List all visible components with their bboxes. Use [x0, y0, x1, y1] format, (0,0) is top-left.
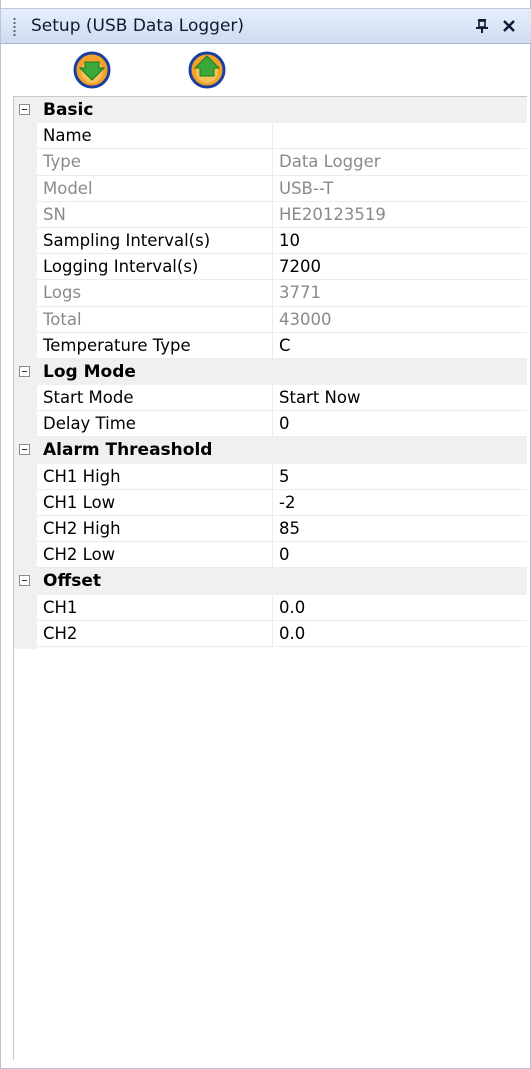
property-value[interactable]: -2 [273, 490, 527, 516]
property-grid: Basic Name Type Data Logger Model USB--T… [13, 96, 527, 1060]
setup-panel: Setup (USB Data Logger) Basic Name Type … [0, 0, 531, 1069]
property-row-total[interactable]: Total 43000 [14, 306, 527, 333]
property-name: Type [37, 149, 273, 176]
property-row-ch2-high[interactable]: CH2 High 85 [14, 516, 527, 543]
property-name: Delay Time [37, 411, 273, 438]
category-label: Basic [43, 100, 94, 120]
property-row-ch1-low[interactable]: CH1 Low -2 [14, 489, 527, 516]
property-value: Data Logger [273, 149, 527, 176]
property-value[interactable]: 10 [273, 228, 527, 255]
download-icon [73, 51, 111, 89]
property-name: Model [37, 175, 273, 202]
category-label: Offset [43, 571, 101, 592]
property-row-temperature-type[interactable]: Temperature Type C [14, 332, 527, 359]
collapse-icon[interactable] [19, 575, 30, 587]
property-name: Sampling Interval(s) [37, 227, 273, 255]
collapse-icon[interactable] [19, 104, 30, 115]
property-name: Start Mode [37, 385, 273, 412]
category-label: Alarm Threashold [43, 440, 213, 461]
property-name: Logs [37, 280, 273, 307]
property-value[interactable] [273, 123, 527, 150]
property-value: 43000 [273, 307, 527, 333]
property-name: CH1 High [37, 463, 273, 490]
property-name: CH1 Low [37, 489, 273, 516]
property-row-logs[interactable]: Logs 3771 [14, 280, 527, 307]
property-value[interactable]: 0.0 [273, 595, 527, 621]
property-name: Temperature Type [37, 332, 273, 359]
property-value[interactable]: 7200 [273, 254, 527, 281]
category-label: Log Mode [43, 361, 136, 382]
property-row-delay-time[interactable]: Delay Time 0 [14, 411, 527, 438]
category-alarm-threshold[interactable]: Alarm Threashold [14, 437, 527, 464]
property-row-sampling-interval[interactable]: Sampling Interval(s) 10 [14, 227, 527, 255]
drag-grip-icon[interactable] [13, 17, 16, 37]
property-name: CH2 Low [37, 542, 273, 569]
property-name: CH1 [37, 594, 273, 621]
property-row-name[interactable]: Name [14, 123, 527, 150]
upload-to-logger-button[interactable] [187, 50, 227, 90]
property-value[interactable]: 0 [273, 411, 527, 438]
panel-title: Setup (USB Data Logger) [31, 16, 245, 36]
collapse-icon[interactable] [19, 365, 30, 377]
property-name: Name [37, 123, 273, 150]
download-from-logger-button[interactable] [72, 50, 112, 90]
property-row-ch1-offset[interactable]: CH1 0.0 [14, 594, 527, 621]
property-row-start-mode[interactable]: Start Mode Start Now [14, 385, 527, 412]
property-row-model[interactable]: Model USB--T [14, 175, 527, 202]
property-name: Total [37, 306, 273, 333]
property-row-sn[interactable]: SN HE20123519 [14, 201, 527, 228]
category-basic[interactable]: Basic [14, 97, 527, 124]
property-value[interactable]: C [273, 333, 527, 359]
property-row-ch2-offset[interactable]: CH2 0.0 [14, 620, 527, 647]
property-row-ch1-high[interactable]: CH1 High 5 [14, 463, 527, 490]
property-name: SN [37, 201, 273, 228]
property-value: 3771 [273, 280, 527, 307]
property-value[interactable]: 5 [273, 464, 527, 490]
upload-icon [188, 51, 226, 89]
property-value: USB--T [273, 176, 527, 202]
property-row-type[interactable]: Type Data Logger [14, 149, 527, 176]
property-name: Logging Interval(s) [37, 254, 273, 281]
property-name: CH2 [37, 620, 273, 647]
property-value[interactable]: Start Now [273, 385, 527, 412]
property-row-ch2-low[interactable]: CH2 Low 0 [14, 542, 527, 569]
property-value[interactable]: 85 [273, 516, 527, 543]
property-row-logging-interval[interactable]: Logging Interval(s) 7200 [14, 254, 527, 281]
close-icon[interactable] [498, 14, 520, 38]
collapse-icon[interactable] [19, 444, 30, 456]
property-name: CH2 High [37, 516, 273, 543]
category-offset[interactable]: Offset [14, 568, 527, 595]
pin-icon[interactable] [471, 14, 493, 38]
property-value[interactable]: 0.0 [273, 621, 527, 647]
panel-titlebar[interactable]: Setup (USB Data Logger) [1, 8, 531, 44]
category-log-mode[interactable]: Log Mode [14, 358, 527, 386]
property-rows: Basic Name Type Data Logger Model USB--T… [14, 97, 527, 647]
property-value[interactable]: 0 [273, 542, 527, 569]
property-value: HE20123519 [273, 202, 527, 228]
toolbar [1, 44, 531, 96]
